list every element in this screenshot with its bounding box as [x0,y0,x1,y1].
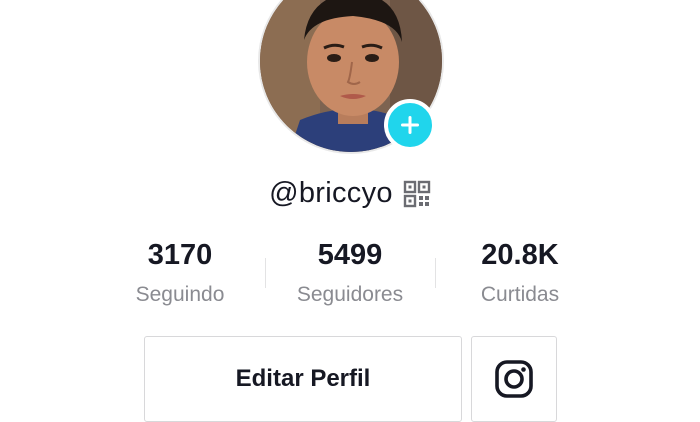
following-count: 3170 [147,239,213,271]
instagram-button[interactable] [471,336,557,422]
followers-count: 5499 [317,239,383,271]
avatar-container[interactable] [258,0,444,154]
add-photo-button[interactable] [384,99,436,151]
edit-profile-button[interactable]: Editar Perfil [144,336,462,422]
following-label: Seguindo [135,283,225,306]
plus-icon [401,116,419,134]
username-row: @briccyo [0,177,700,210]
qr-code-icon[interactable] [403,180,431,208]
profile-stats: 3170 Seguindo 5499 Seguidores 20.8K Curt… [0,236,700,316]
instagram-icon [495,360,533,398]
stat-followers[interactable]: 5499 Seguidores [265,236,435,308]
stat-likes[interactable]: 20.8K Curtidas [435,236,605,308]
stat-following[interactable]: 3170 Seguindo [95,236,265,308]
likes-count: 20.8K [481,239,559,271]
likes-label: Curtidas [480,283,560,306]
followers-label: Seguidores [296,283,404,306]
username: @briccyo [269,177,393,209]
